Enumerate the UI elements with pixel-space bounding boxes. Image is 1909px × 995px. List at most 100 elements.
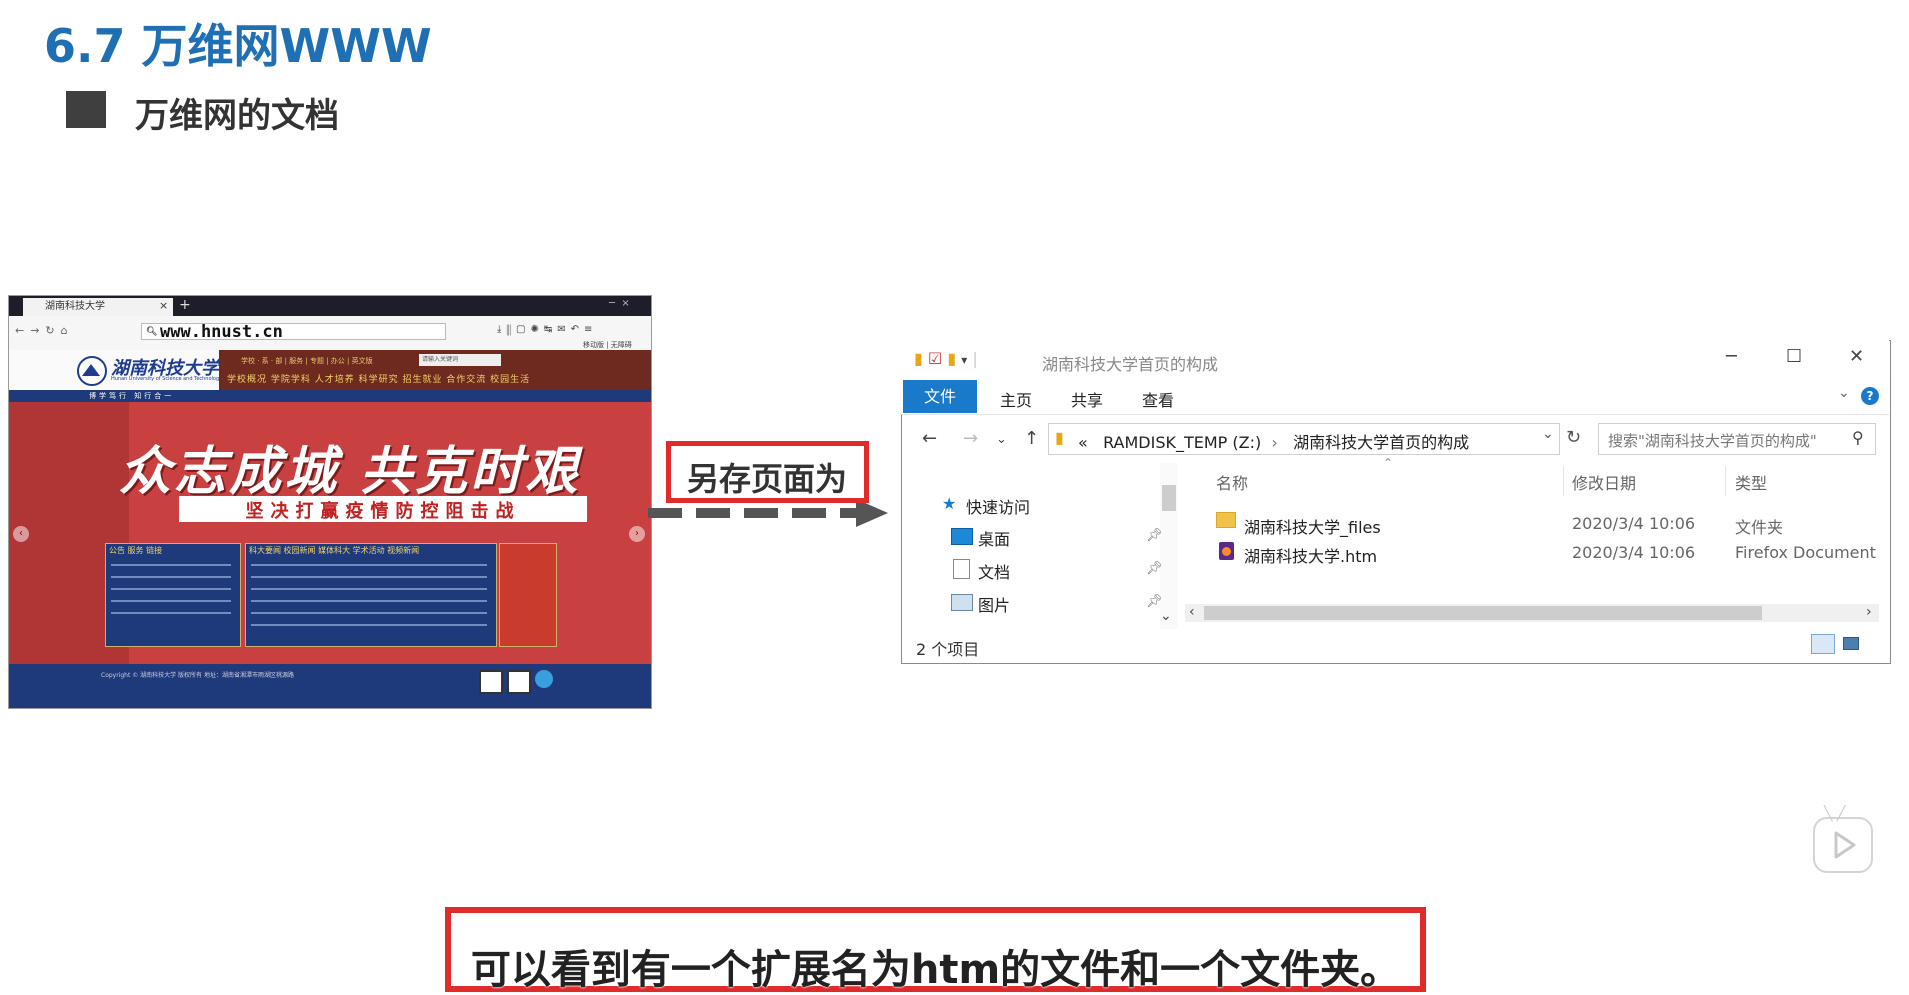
column-name[interactable]: 名称	[1216, 470, 1248, 494]
details-view-icon[interactable]	[1811, 634, 1835, 654]
notice-panel-tabs[interactable]: 公告 服务 链接	[109, 545, 162, 556]
sort-ascending-icon: ⌃	[1383, 456, 1394, 470]
site-search-input[interactable]: 请输入关键词	[419, 354, 501, 366]
browser-toolbar: ←→↻⌂ 🔍︎ www.hnust.cn ⤓⫼▢✺↹✉↶≡ 移动版 | 无障碍	[9, 316, 651, 351]
explorer-title: 湖南科技大学首页的构成	[1042, 355, 1219, 374]
news-line[interactable]	[111, 576, 231, 578]
column-divider[interactable]	[1725, 466, 1726, 496]
news-line[interactable]	[111, 612, 231, 614]
file-row-date: 2020/3/4 10:06	[1572, 543, 1696, 562]
hero-headline: 众志成城 共克时艰	[119, 442, 581, 502]
recent-locations-icon[interactable]: ⌄	[996, 432, 1007, 447]
news-line[interactable]	[111, 588, 231, 590]
url-text: www.hnust.cn	[160, 322, 283, 342]
toolbar-icons[interactable]: ⤓⫼▢✺↹✉↶≡	[497, 324, 597, 335]
news-line[interactable]	[251, 600, 487, 602]
refresh-icon[interactable]: ↻	[1566, 427, 1581, 448]
pin-icon[interactable]: 📌︎	[1146, 594, 1163, 609]
browser-screenshot: 湖南科技大学 × + ─ × ←→↻⌂ 🔍︎ www.hnust.cn ⤓⫼▢✺…	[8, 295, 652, 709]
search-icon: 🔍︎	[146, 327, 158, 337]
nav-item-documents[interactable]: 文档	[978, 559, 1010, 583]
file-list-scroll-thumb[interactable]	[1204, 606, 1762, 620]
site-main-nav[interactable]: 学校概况 学院学科 人才培养 科学研究 招生就业 合作交流 校园生活	[227, 372, 530, 385]
site-motto: 博学笃行 知行合一	[89, 392, 175, 400]
qr-code-icon	[479, 670, 503, 694]
star-icon: ★	[942, 494, 957, 513]
ribbon-expand-icon[interactable]: ⌄	[1838, 385, 1850, 401]
tv-antenna-icon: ╲ ╱	[1824, 806, 1846, 822]
breadcrumb-folder[interactable]: 湖南科技大学首页的构成	[1293, 433, 1469, 452]
breadcrumb-drive[interactable]: RAMDISK_TEMP (Z:)	[1103, 433, 1261, 452]
quick-access-toolbar[interactable]: ▮ ☑ ▮ ▾ |	[914, 349, 978, 368]
scroll-left-icon[interactable]: ‹	[1189, 604, 1195, 620]
pin-icon[interactable]: 📌︎	[1146, 528, 1163, 543]
mobile-link[interactable]: 移动版 | 无障碍	[583, 340, 632, 350]
nav-item-pictures[interactable]: 图片	[978, 592, 1010, 616]
emblem-mountain-icon	[82, 364, 100, 376]
file-row-type: 文件夹	[1735, 518, 1784, 537]
search-placeholder: 搜索"湖南科技大学首页的构成"	[1608, 432, 1817, 450]
news-line[interactable]	[111, 600, 231, 602]
news-line[interactable]	[111, 564, 231, 566]
news-panel-tabs[interactable]: 科大要闻 校园新闻 媒体科大 学术活动 视频新闻	[249, 545, 419, 556]
url-bar[interactable]: 🔍︎ www.hnust.cn	[141, 322, 446, 342]
picture-icon	[951, 594, 973, 611]
nav-pane-scroll-thumb[interactable]	[1162, 485, 1176, 511]
address-dropdown-icon[interactable]: ⌄	[1542, 426, 1554, 442]
new-tab-icon[interactable]: +	[179, 296, 191, 314]
help-icon[interactable]: ?	[1861, 387, 1879, 405]
carousel-prev-icon[interactable]: ‹	[13, 526, 29, 542]
address-path[interactable]: « RAMDISK_TEMP (Z:) › 湖南科技大学首页的构成	[1078, 429, 1469, 453]
document-icon	[953, 559, 970, 579]
news-line[interactable]	[251, 564, 487, 566]
file-row-name[interactable]: 湖南科技大学_files	[1244, 514, 1381, 538]
close-icon[interactable]: ✕	[1849, 346, 1864, 367]
nav-buttons[interactable]: ←→↻⌂	[15, 324, 74, 337]
nav-item-desktop[interactable]: 桌面	[978, 526, 1010, 550]
nav-item-quick-access[interactable]: 快速访问	[966, 494, 1030, 518]
up-arrow-icon[interactable]: ↑	[1024, 428, 1039, 449]
news-line[interactable]	[251, 588, 487, 590]
back-arrow-icon[interactable]: ←	[922, 428, 937, 449]
news-line[interactable]	[251, 624, 487, 626]
search-icon[interactable]: ⚲	[1852, 428, 1864, 447]
footer-text: Copyright © 湖南科技大学 版权所有 地址：湖南省湘潭市雨湖区桃源路	[101, 672, 294, 679]
forward-arrow-icon[interactable]: →	[963, 428, 978, 449]
folder-icon	[1216, 512, 1236, 528]
status-item-count: 2 个项目	[916, 640, 980, 659]
column-type[interactable]: 类型	[1735, 470, 1767, 494]
folder-icon: ▮	[1055, 428, 1064, 447]
maximize-icon[interactable]: ☐	[1786, 346, 1802, 367]
carousel-next-icon[interactable]: ›	[629, 526, 645, 542]
browser-tab[interactable]: 湖南科技大学	[23, 298, 173, 316]
site-top-links[interactable]: 学校 · 系 · 部 | 服务 | 专题 | 办公 | 英文版	[241, 356, 373, 366]
minimize-icon[interactable]: ─	[1726, 346, 1737, 367]
firefox-doc-icon	[1219, 542, 1234, 560]
tab-view[interactable]: 查看	[1142, 387, 1174, 411]
scroll-down-icon[interactable]: ⌄	[1160, 608, 1172, 624]
slide-subtitle: 万维网的文档	[135, 96, 339, 136]
notice-panel	[105, 543, 241, 647]
column-divider[interactable]	[1563, 466, 1564, 496]
address-prefix: «	[1078, 433, 1088, 452]
news-line[interactable]	[251, 612, 487, 614]
weibo-icon[interactable]	[535, 670, 553, 688]
large-icons-view-icon[interactable]	[1840, 634, 1862, 654]
scroll-right-icon[interactable]: ›	[1866, 604, 1872, 620]
qr-code-icon	[507, 670, 531, 694]
desktop-icon	[951, 528, 973, 545]
news-panel	[245, 543, 497, 647]
tab-share[interactable]: 共享	[1071, 387, 1103, 411]
news-line[interactable]	[251, 576, 487, 578]
file-row-type: Firefox Document	[1735, 543, 1876, 562]
tab-file[interactable]: 文件	[903, 380, 977, 413]
window-controls[interactable]: ─ ×	[609, 298, 630, 309]
column-date[interactable]: 修改日期	[1572, 470, 1636, 494]
file-row-name[interactable]: 湖南科技大学.htm	[1244, 543, 1377, 567]
play-button[interactable]	[1813, 817, 1873, 873]
tab-close-icon[interactable]: ×	[159, 298, 168, 314]
poster-panel[interactable]	[499, 543, 557, 647]
save-page-label: 另存页面为	[686, 460, 847, 498]
tab-home[interactable]: 主页	[1000, 387, 1032, 411]
pin-icon[interactable]: 📌︎	[1146, 561, 1163, 576]
